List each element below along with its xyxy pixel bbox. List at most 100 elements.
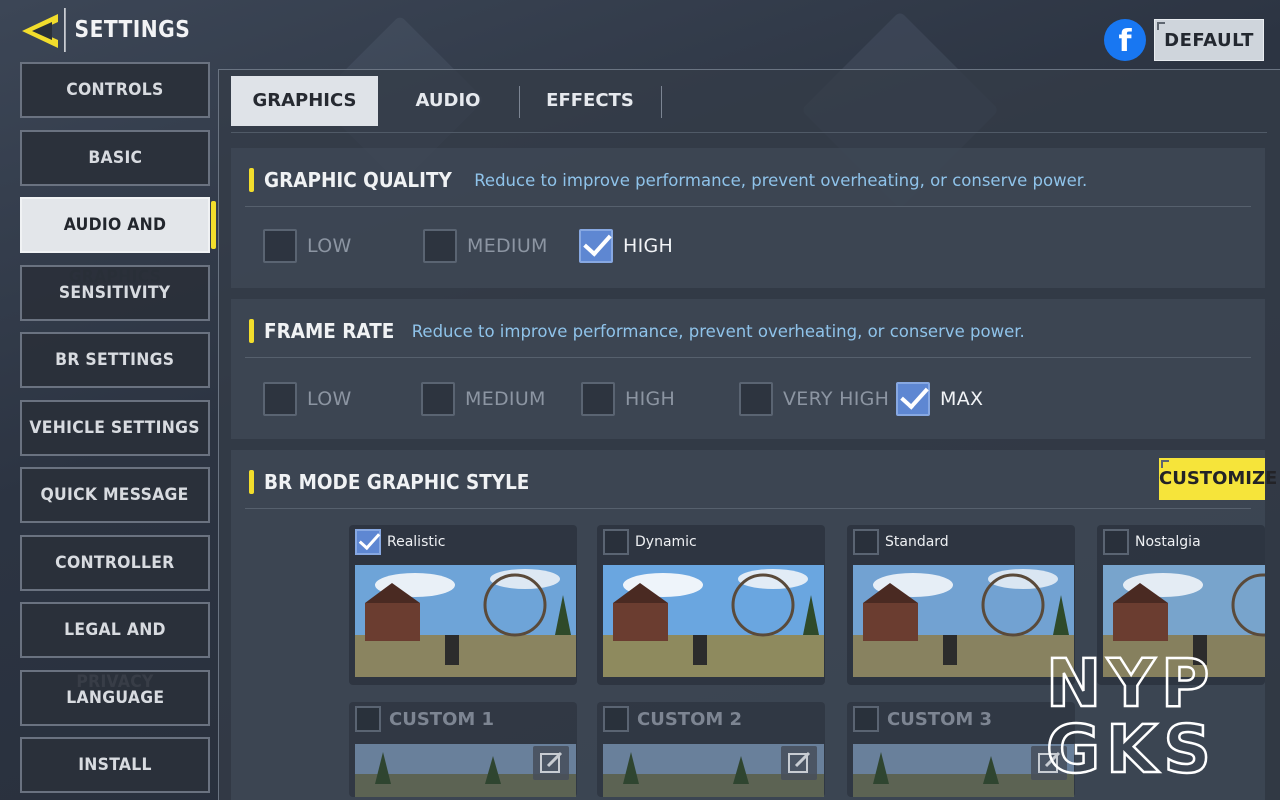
tab-divider <box>661 86 662 118</box>
frame-rate-section: FRAME RATE Reduce to improve performance… <box>231 299 1265 439</box>
sidebar-item-label: VEHICLE SETTINGS <box>29 418 201 438</box>
checkbox[interactable] <box>421 382 455 416</box>
back-button[interactable] <box>18 10 64 52</box>
tab-audio[interactable]: AUDIO <box>378 76 518 126</box>
frame-rate-option-medium[interactable]: MEDIUM <box>421 382 546 416</box>
graphic-quality-option-medium[interactable]: MEDIUM <box>423 229 548 263</box>
custom-style-name: CUSTOM 1 <box>389 708 495 730</box>
style-header: Nostalgia <box>1103 529 1201 555</box>
sidebar-item-controller[interactable]: CONTROLLER <box>20 535 210 591</box>
sidebar-item-label: INSTALL <box>78 755 152 775</box>
accent-bar <box>249 168 254 192</box>
graphic-quality-section: GRAPHIC QUALITY Reduce to improve perfor… <box>231 148 1265 288</box>
checkbox[interactable] <box>581 382 615 416</box>
checkbox[interactable] <box>1103 529 1129 555</box>
section-header: BR MODE GRAPHIC STYLE <box>249 468 552 496</box>
sidebar-item-quick-message[interactable]: QUICK MESSAGE <box>20 467 210 523</box>
sidebar-item-install[interactable]: INSTALL <box>20 737 210 793</box>
checkbox[interactable] <box>603 529 629 555</box>
checkbox[interactable] <box>603 706 629 732</box>
divider <box>245 508 1251 509</box>
style-header: Realistic <box>355 529 445 555</box>
custom-style-card-2[interactable]: CUSTOM 2 <box>597 702 825 797</box>
watermark-logo: NYP GKS <box>1045 648 1217 778</box>
style-header: CUSTOM 1 <box>355 706 494 732</box>
graphic-quality-option-low[interactable]: LOW <box>263 229 352 263</box>
frame-rate-option-max[interactable]: MAX <box>896 382 983 416</box>
checkbox[interactable] <box>739 382 773 416</box>
sidebar-item-basic[interactable]: BASIC <box>20 130 210 186</box>
section-header: GRAPHIC QUALITY Reduce to improve perfor… <box>249 166 1087 194</box>
option-label: HIGH <box>623 235 674 257</box>
option-label: LOW <box>307 235 352 257</box>
checkbox[interactable] <box>263 382 297 416</box>
accent-bar <box>249 470 254 494</box>
sidebar-item-sensitivity[interactable]: SENSITIVITY <box>20 265 210 321</box>
style-name: Nostalgia <box>1135 534 1201 550</box>
option-label: MEDIUM <box>467 235 548 257</box>
customize-button[interactable]: CUSTOMIZE <box>1159 458 1277 500</box>
sidebar-item-legal-and-privacy[interactable]: LEGAL AND PRIVACY <box>20 602 210 692</box>
style-card-dynamic[interactable]: Dynamic <box>597 525 825 685</box>
accent-bar <box>249 319 254 343</box>
style-header: CUSTOM 3 <box>853 706 992 732</box>
section-header: FRAME RATE Reduce to improve performance… <box>249 317 1025 345</box>
tab-graphics[interactable]: GRAPHICS <box>231 76 378 126</box>
section-title: GRAPHIC QUALITY <box>264 168 452 192</box>
style-name: Dynamic <box>635 534 697 550</box>
sidebar-item-label: CONTROLLER <box>55 553 175 573</box>
tab-effects[interactable]: EFFECTS <box>520 76 660 126</box>
sidebar-item-controls[interactable]: CONTROLS <box>20 62 210 118</box>
edit-icon[interactable] <box>781 746 817 780</box>
frame-rate-option-very-high[interactable]: VERY HIGH <box>739 382 889 416</box>
tab-underline <box>231 132 1267 133</box>
style-header: CUSTOM 2 <box>603 706 742 732</box>
sidebar-item-vehicle-settings[interactable]: VEHICLE SETTINGS <box>20 400 210 456</box>
style-name: Standard <box>885 534 949 550</box>
page-title: SETTINGS <box>64 8 190 52</box>
frame-rate-option-high[interactable]: HIGH <box>581 382 675 416</box>
sidebar-item-label: CONTROLS <box>66 80 164 100</box>
checkbox[interactable] <box>355 706 381 732</box>
graphic-quality-option-high[interactable]: HIGH <box>579 229 673 263</box>
style-header: Dynamic <box>603 529 697 555</box>
checkbox[interactable] <box>263 229 297 263</box>
option-label: VERY HIGH <box>783 388 890 410</box>
checkbox[interactable] <box>853 529 879 555</box>
checkbox-checked[interactable] <box>896 382 930 416</box>
sidebar-item-language[interactable]: LANGUAGE <box>20 670 210 726</box>
option-label: MEDIUM <box>465 388 546 410</box>
section-title: BR MODE GRAPHIC STYLE <box>264 470 530 494</box>
section-description: Reduce to improve performance, prevent o… <box>411 321 1025 341</box>
divider <box>245 357 1251 358</box>
watermark-line: GKS <box>1046 711 1217 778</box>
back-arrow-icon <box>22 14 58 48</box>
facebook-icon[interactable]: f <box>1104 19 1146 61</box>
option-label: HIGH <box>625 388 676 410</box>
checkbox-checked[interactable] <box>355 529 381 555</box>
checkbox-checked[interactable] <box>579 229 613 263</box>
default-button[interactable]: DEFAULT <box>1154 19 1264 61</box>
style-card-realistic[interactable]: Realistic <box>349 525 577 685</box>
frame-rate-option-low[interactable]: LOW <box>263 382 352 416</box>
style-header: Standard <box>853 529 949 555</box>
edit-icon[interactable] <box>533 746 569 780</box>
divider <box>245 206 1251 207</box>
style-name: Realistic <box>387 534 446 550</box>
sidebar-item-label: BASIC <box>88 148 142 168</box>
option-label: LOW <box>307 388 352 410</box>
sidebar-item-br-settings[interactable]: BR SETTINGS <box>20 332 210 388</box>
checkbox[interactable] <box>853 706 879 732</box>
custom-style-name: CUSTOM 3 <box>887 708 993 730</box>
sidebar-item-audio-and-graphics[interactable]: AUDIO AND GRAPHICS <box>20 197 216 287</box>
section-description: Reduce to improve performance, prevent o… <box>474 170 1088 190</box>
section-title: FRAME RATE <box>264 319 395 343</box>
checkbox[interactable] <box>423 229 457 263</box>
sidebar-item-label: LANGUAGE <box>65 688 165 708</box>
sidebar-item-label: BR SETTINGS <box>55 350 175 370</box>
custom-style-card-1[interactable]: CUSTOM 1 <box>349 702 577 797</box>
style-preview-image <box>603 565 824 677</box>
style-preview-image <box>355 565 576 677</box>
sidebar-item-label: SENSITIVITY <box>59 283 171 303</box>
sidebar-item-label: QUICK MESSAGE <box>40 485 190 505</box>
